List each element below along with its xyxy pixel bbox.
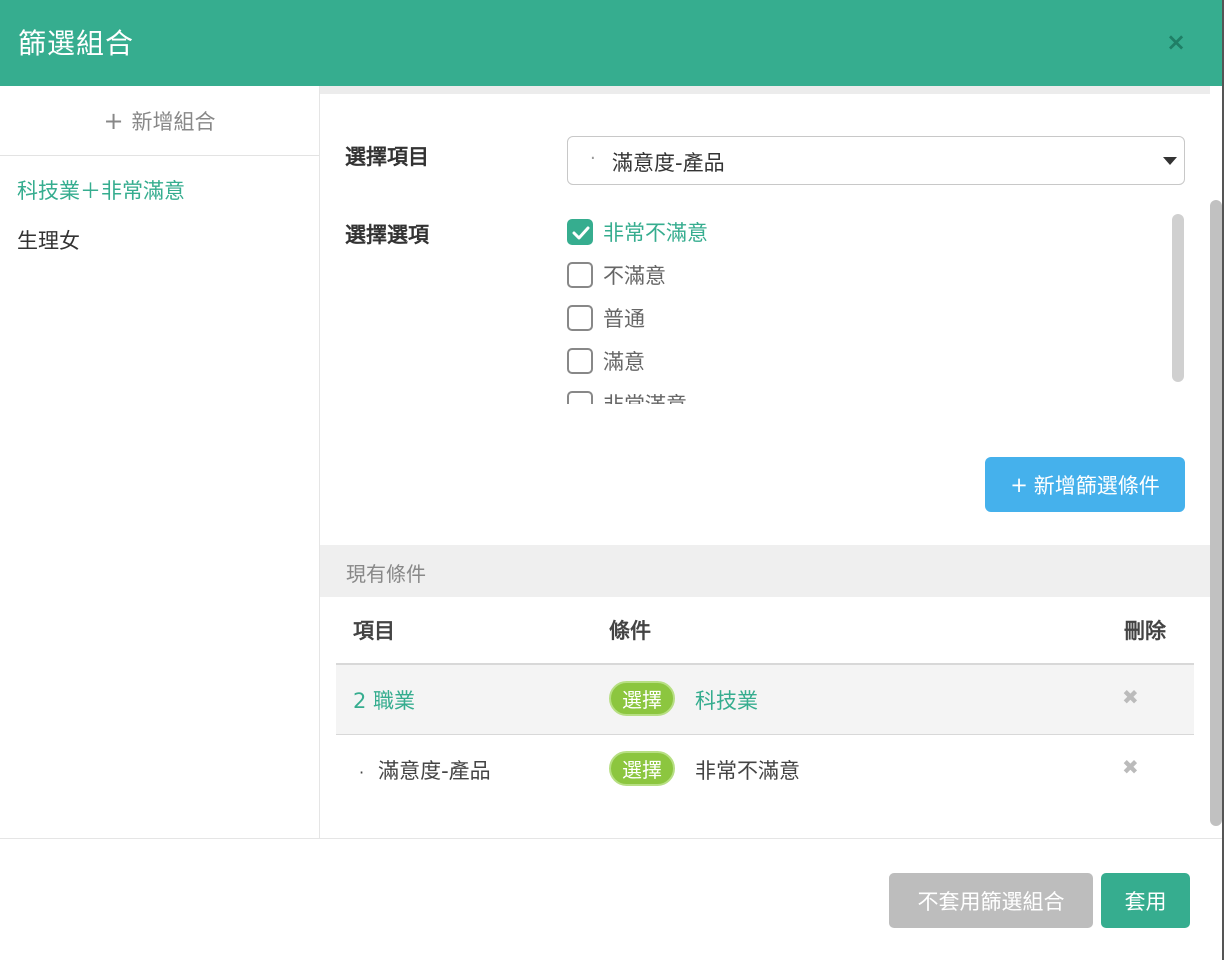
sidebar-item-tech-very-satisfied[interactable]: 科技業＋非常滿意 <box>0 164 319 218</box>
option-list: 非常不滿意 不滿意 普通 滿意 非常滿意 <box>567 210 1187 404</box>
close-icon[interactable]: × <box>1166 28 1186 56</box>
item-select-value: 滿意度-產品 <box>612 151 725 175</box>
condition-tag: 選擇 <box>609 681 675 716</box>
checkbox-icon[interactable] <box>567 391 593 404</box>
checkbox-icon[interactable] <box>567 305 593 331</box>
option-very-satisfied[interactable]: 非常滿意 <box>567 389 687 404</box>
option-unsatisfied[interactable]: 不滿意 <box>567 260 666 290</box>
main-scrollbar-thumb[interactable] <box>1210 200 1222 826</box>
delete-icon[interactable]: ✖ <box>1122 685 1139 709</box>
panel-top-strip <box>320 86 1210 94</box>
option-label: 滿意 <box>603 350 645 374</box>
item-dot: · <box>590 148 596 169</box>
dialog-header: 篩選組合 × <box>0 0 1222 86</box>
main-scrollbar[interactable] <box>1210 200 1222 826</box>
column-header-item: 項目 <box>353 619 395 643</box>
column-header-condition: 條件 <box>609 619 651 643</box>
add-condition-label: 新增篩選條件 <box>1033 473 1160 498</box>
select-option-label: 選擇選項 <box>345 223 429 247</box>
plus-icon: + <box>1010 472 1028 497</box>
row-condition-value: 非常不滿意 <box>695 759 800 783</box>
row-item-dot: · <box>359 763 365 782</box>
dialog-title: 篩選組合 <box>18 27 135 60</box>
add-condition-button[interactable]: + 新增篩選條件 <box>985 457 1185 512</box>
footer-divider <box>0 838 1222 839</box>
row-condition-value: 科技業 <box>695 689 758 713</box>
table-row: · 滿意度-產品 選擇 非常不滿意 ✖ <box>336 735 1194 805</box>
add-group-label: 新增組合 <box>131 109 216 134</box>
item-select[interactable]: · 滿意度-產品 <box>567 136 1185 185</box>
plus-icon: + <box>103 106 124 135</box>
conditions-heading: 現有條件 <box>346 562 426 586</box>
delete-icon[interactable]: ✖ <box>1122 755 1139 779</box>
condition-tag: 選擇 <box>609 751 675 786</box>
option-neutral[interactable]: 普通 <box>567 303 645 333</box>
option-label: 不滿意 <box>603 264 666 288</box>
select-item-label: 選擇項目 <box>345 145 429 169</box>
row-item: 2 職業 <box>353 689 416 713</box>
option-label: 非常不滿意 <box>603 221 708 245</box>
conditions-section-header: 現有條件 <box>320 545 1210 597</box>
sidebar: + 新增組合 科技業＋非常滿意 生理女 <box>0 86 320 838</box>
checkbox-checked-icon[interactable] <box>567 219 593 245</box>
apply-button[interactable]: 套用 <box>1101 873 1190 928</box>
checkbox-icon[interactable] <box>567 262 593 288</box>
option-satisfied[interactable]: 滿意 <box>567 346 645 376</box>
column-header-delete: 刪除 <box>1124 619 1166 643</box>
sidebar-item-female[interactable]: 生理女 <box>0 214 319 268</box>
row-item-label: 滿意度-產品 <box>378 759 491 783</box>
no-apply-button[interactable]: 不套用篩選組合 <box>889 873 1093 928</box>
table-row: 2 職業 選擇 科技業 ✖ <box>336 665 1194 735</box>
caret-down-icon <box>1163 157 1177 165</box>
add-group-button[interactable]: + 新增組合 <box>0 86 319 156</box>
option-label: 普通 <box>603 307 645 331</box>
option-scrollbar[interactable] <box>1172 214 1184 382</box>
checkbox-icon[interactable] <box>567 348 593 374</box>
option-very-unsatisfied[interactable]: 非常不滿意 <box>567 217 708 247</box>
option-label: 非常滿意 <box>603 389 687 404</box>
row-item: · 滿意度-產品 <box>353 755 491 785</box>
